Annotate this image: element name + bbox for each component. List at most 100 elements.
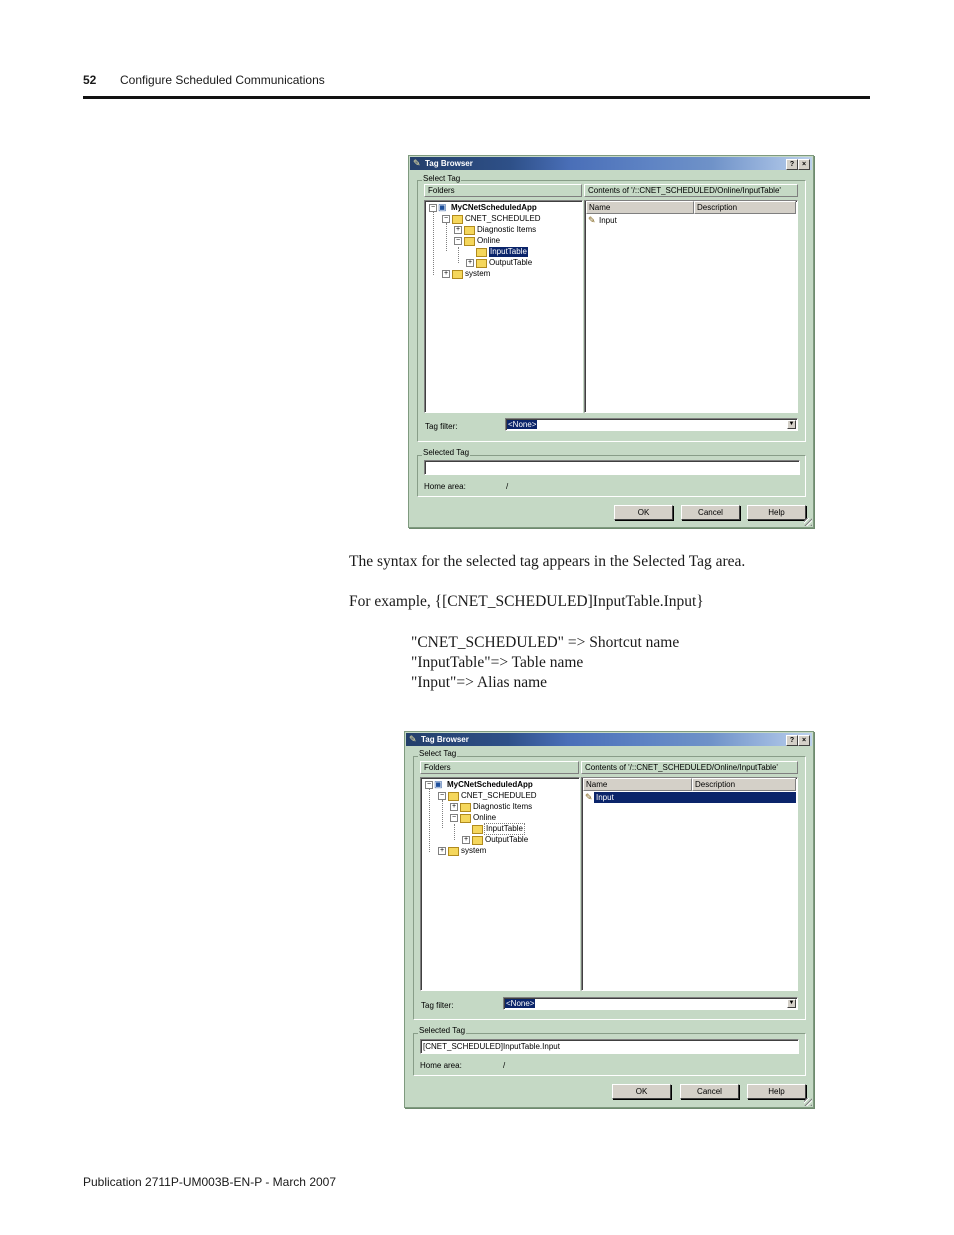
mapping-line: "Input"=> Alias name [411,674,548,691]
folders-label: Folders [424,763,451,772]
selected-tag-field[interactable]: [CNET_SCHEDULED]InputTable.Input [420,1039,799,1054]
tag-filter-value: <None> [505,999,536,1008]
folder-icon [448,792,459,801]
tree-node-diagnostic[interactable]: Diagnostic Items [477,225,536,235]
tag-filter-label: Tag filter: [425,422,458,431]
tag-list[interactable]: Name Description ✎ Input [581,777,798,991]
cancel-button[interactable]: Cancel [681,505,740,520]
expand-toggle[interactable]: + [462,836,470,844]
tag-filter-dropdown[interactable]: <None> ▼ [505,418,798,431]
header-rule [83,96,870,99]
close-button[interactable]: × [798,159,810,170]
column-header-name[interactable]: Name [586,201,694,214]
tag-browser-dialog-after: ✎ Tag Browser ? × Select Tag Folders Con… [404,731,814,1108]
folder-icon [460,803,471,812]
folders-header: Folders [420,761,579,774]
selected-tag-group-label: Selected Tag [418,1026,467,1035]
title-bar[interactable]: ✎ Tag Browser ? × [406,733,812,746]
collapse-toggle[interactable]: − [454,237,462,245]
tree-node-inputtable[interactable]: InputTable [489,247,528,257]
tag-icon: ✎ [413,158,421,168]
tree-node-online[interactable]: Online [477,236,500,246]
folder-tree[interactable]: − ▣ MyCNetScheduledApp − CNET_SCHEDULED … [424,200,583,413]
tree-node-cnet[interactable]: CNET_SCHEDULED [461,791,537,801]
collapse-toggle[interactable]: − [425,781,433,789]
collapse-toggle[interactable]: − [429,204,437,212]
folder-icon [448,847,459,856]
tag-filter-value: <None> [507,420,538,429]
folder-icon [464,226,475,235]
help-title-button[interactable]: ? [786,735,798,746]
contents-header: Contents of '/::CNET_SCHEDULED/Online/In… [581,761,798,774]
tree-node-inputtable[interactable]: InputTable [484,823,525,835]
folder-icon [472,836,483,845]
folder-icon [476,259,487,268]
column-header-description[interactable]: Description [694,201,796,214]
expand-toggle[interactable]: + [442,270,450,278]
tag-browser-dialog-before: ✎ Tag Browser ? × Select Tag Folders Con… [408,155,814,528]
column-header-name[interactable]: Name [583,778,692,791]
home-area-value: / [503,1061,506,1070]
close-button[interactable]: × [798,735,810,746]
resize-grip[interactable] [804,518,812,526]
contents-label: Contents of '/::CNET_SCHEDULED/Online/In… [588,186,781,195]
list-item-input[interactable]: Input [596,793,614,803]
help-button[interactable]: Help [747,505,806,520]
tree-node-outputtable[interactable]: OutputTable [485,835,528,845]
chapter-title: Configure Scheduled Communications [120,73,325,87]
folder-icon [464,237,475,246]
mapping-line: "CNET_SCHEDULED" => Shortcut name [411,634,680,651]
folder-icon [476,248,487,257]
tag-list[interactable]: Name Description ✎ Input [584,200,798,413]
expand-toggle[interactable]: + [466,259,474,267]
folder-icon [452,215,463,224]
tag-filter-dropdown[interactable]: <None> ▼ [503,997,798,1010]
page-number: 52 [83,73,97,87]
ok-button[interactable]: OK [612,1084,671,1099]
home-area-value: / [506,482,509,491]
contents-label: Contents of '/::CNET_SCHEDULED/Online/In… [585,763,778,772]
expand-toggle[interactable]: + [438,847,446,855]
application-icon: ▣ [434,779,443,789]
cancel-button[interactable]: Cancel [680,1084,739,1099]
selected-tag-field[interactable] [424,460,800,475]
tree-node-outputtable[interactable]: OutputTable [489,258,532,268]
list-item-selection [594,792,796,803]
folder-icon [452,270,463,279]
select-tag-group-label: Select Tag [422,174,462,183]
tree-node-root[interactable]: MyCNetScheduledApp [451,203,537,213]
collapse-toggle[interactable]: − [438,792,446,800]
select-tag-group-label: Select Tag [418,749,458,758]
chevron-down-icon[interactable]: ▼ [787,420,796,429]
application-icon: ▣ [438,202,447,212]
tree-node-system[interactable]: system [465,269,490,279]
home-area-label: Home area: [424,482,466,491]
title-bar[interactable]: ✎ Tag Browser ? × [410,157,812,170]
paragraph-example: For example, {[CNET_SCHEDULED]InputTable… [349,593,704,610]
chevron-down-icon[interactable]: ▼ [787,999,796,1008]
mapping-line: "InputTable"=> Table name [411,654,584,671]
help-title-button[interactable]: ? [786,159,798,170]
tree-node-root[interactable]: MyCNetScheduledApp [447,780,533,790]
folders-label: Folders [428,186,455,195]
folder-tree[interactable]: − ▣ MyCNetScheduledApp − CNET_SCHEDULED … [420,777,580,991]
collapse-toggle[interactable]: − [442,215,450,223]
resize-grip[interactable] [804,1098,812,1106]
tag-icon: ✎ [585,792,593,802]
tag-icon: ✎ [409,734,417,744]
folder-icon [460,814,471,823]
contents-header: Contents of '/::CNET_SCHEDULED/Online/In… [584,184,798,197]
column-header-description[interactable]: Description [692,778,796,791]
expand-toggle[interactable]: + [450,803,458,811]
help-button[interactable]: Help [747,1084,806,1099]
dialog-title: Tag Browser [421,735,469,744]
collapse-toggle[interactable]: − [450,814,458,822]
list-item-input[interactable]: Input [599,216,617,226]
tree-node-diagnostic[interactable]: Diagnostic Items [473,802,532,812]
ok-button[interactable]: OK [614,505,673,520]
tree-node-online[interactable]: Online [473,813,496,823]
tree-node-system[interactable]: system [461,846,486,856]
expand-toggle[interactable]: + [454,226,462,234]
tree-node-cnet[interactable]: CNET_SCHEDULED [465,214,541,224]
folder-icon [472,825,483,834]
